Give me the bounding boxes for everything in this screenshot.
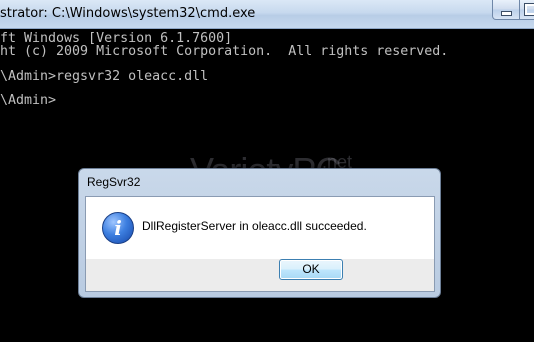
console-line: \Admin> — [0, 93, 57, 108]
console-line: \Admin>regsvr32 oleacc.dll — [0, 69, 209, 84]
maximize-button[interactable] — [519, 0, 534, 20]
dialog-body: i DllRegisterServer in oleacc.dll succee… — [85, 196, 435, 260]
cmd-title-bar[interactable]: strator: C:\Windows\system32\cmd.exe — [0, 0, 534, 29]
cmd-window-title: strator: C:\Windows\system32\cmd.exe — [0, 6, 256, 21]
info-icon: i — [102, 212, 134, 244]
minimize-icon — [501, 11, 512, 16]
console-line: ht (c) 2009 Microsoft Corporation. All r… — [0, 44, 449, 59]
dialog-title: RegSvr32 — [87, 175, 141, 189]
regsvr32-dialog: RegSvr32 i DllRegisterServer in oleacc.d… — [78, 168, 441, 298]
dialog-message: DllRegisterServer in oleacc.dll succeede… — [142, 219, 367, 233]
ok-button[interactable]: OK — [279, 259, 343, 280]
maximize-icon — [524, 3, 534, 16]
dialog-footer — [85, 259, 435, 292]
minimize-button[interactable] — [492, 0, 520, 20]
